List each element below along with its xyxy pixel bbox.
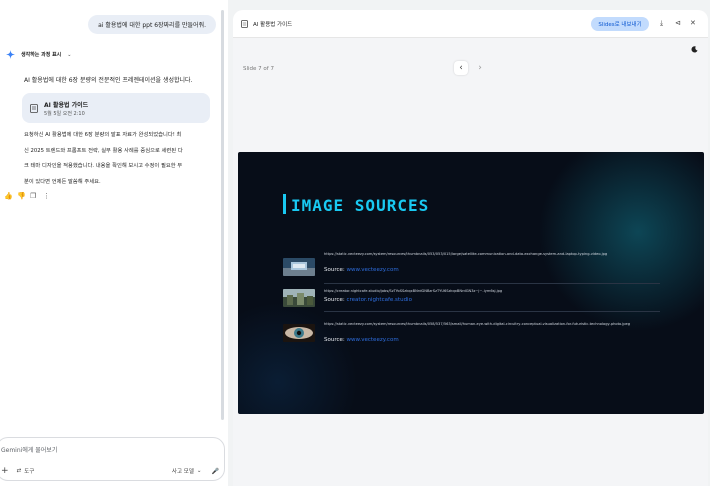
download-icon[interactable]: ⤓ [660, 18, 663, 28]
slide-counter: Slide 7 of 7 [243, 66, 274, 72]
source-label: Source: [324, 267, 345, 273]
source-label: Source: [324, 297, 345, 303]
prompt-input[interactable]: Gemini에게 물어보기 [1, 445, 57, 454]
source-divider [324, 311, 660, 312]
response-line: 크 테마 디자인을 적용했습니다. 내용을 확인해 보시고 수정이 필요한 부 [24, 163, 183, 169]
doc-card-title: AI 활용법 가이드 [44, 101, 89, 109]
microphone-icon[interactable]: 🎤 [212, 468, 219, 475]
chevron-right-icon: › [478, 63, 482, 73]
next-slide-button[interactable]: › [473, 61, 487, 75]
plus-icon[interactable]: + [1, 466, 9, 476]
source-link[interactable]: creator.nightcafe.studio [347, 297, 412, 303]
slide-glow [538, 152, 704, 332]
response-text: 요청하신 AI 활용법에 대한 6장 분량의 발표 자료가 완성되었습니다! 최… [24, 128, 216, 190]
gemini-sparkle-icon [6, 50, 15, 59]
tools-button[interactable]: ⇄ 도구 [17, 467, 35, 475]
thumbs-down-icon[interactable]: 👎 [17, 193, 26, 200]
dark-mode-icon[interactable] [691, 46, 698, 53]
export-to-slides-button[interactable]: Slides로 내보내기 [591, 17, 649, 31]
slide-preview: IMAGE SOURCES https://static.vecteezy.co… [238, 152, 704, 414]
tools-icon: ⇄ [16, 468, 22, 474]
model-label: 사고 모델 [171, 469, 194, 475]
slide-title: IMAGE SOURCES [291, 196, 430, 215]
source-label: Source: [324, 337, 345, 343]
source-line: Source: creator.nightcafe.studio [324, 297, 412, 303]
more-vert-icon[interactable]: ⋮ [43, 193, 50, 200]
model-selector[interactable]: 사고 모델 ⌄ [172, 467, 202, 475]
source-link[interactable]: www.vecteezy.com [347, 337, 399, 343]
source-line: Source: www.vecteezy.com [324, 337, 399, 343]
chat-panel: ai 활용법에 대한 ppt 6장짜리를 만들어줘. 생각하는 과정 표시 ⌄ … [0, 0, 228, 486]
slide-glow [238, 302, 358, 414]
doc-card-time: 5월 5일 오전 2:10 [44, 110, 85, 117]
chevron-down-icon: ⌄ [196, 468, 202, 474]
source-url: https://static.vecteezy.com/system/resou… [324, 252, 608, 256]
document-icon [241, 19, 248, 28]
response-line: 요청하신 AI 활용법에 대한 6장 분량의 발표 자료가 완성되었습니다! 최 [24, 132, 182, 138]
response-line: 분이 있다면 언제든 말씀해 주세요. [24, 178, 101, 185]
chat-scrollbar[interactable] [221, 10, 224, 420]
source-url: https://creator.nightcafe.studio/jobs/Sz… [324, 289, 503, 293]
copy-icon[interactable]: ❐ [30, 193, 37, 200]
chevron-down-icon: ⌄ [67, 51, 72, 58]
canvas-panel: AI 활용법 가이드 Slides로 내보내기 ⤓ ⊲ ✕ Slide 7 of… [233, 10, 708, 486]
source-link[interactable]: www.vecteezy.com [347, 267, 399, 273]
thinking-toggle[interactable]: 생각하는 과정 표시 ⌄ [6, 50, 72, 59]
share-icon[interactable]: ⊲ [675, 18, 681, 28]
intro-text: AI 활용법에 대한 6장 분량의 전문적인 프레젠테이션을 생성합니다. [24, 77, 193, 84]
source-thumbnail [283, 324, 315, 342]
source-line: Source: www.vecteezy.com [324, 267, 399, 273]
thumbs-up-icon[interactable]: 👍 [4, 193, 13, 200]
source-url: https://static.vecteezy.com/system/resou… [324, 322, 631, 326]
source-divider [324, 283, 660, 284]
document-icon [30, 103, 38, 113]
response-line: 신 2025 트렌드와 프롬프트 전략, 실무 활용 사례를 중심으로 세련된 … [24, 147, 183, 154]
close-icon[interactable]: ✕ [690, 18, 696, 28]
canvas-header: AI 활용법 가이드 Slides로 내보내기 ⤓ ⊲ ✕ [233, 10, 708, 38]
input-toolbar: + ⇄ 도구 사고 모델 ⌄ 🎤 [1, 466, 219, 476]
doc-card[interactable]: AI 활용법 가이드 5월 5일 오전 2:10 [22, 93, 210, 123]
source-thumbnail [283, 258, 315, 276]
thinking-label: 생각하는 과정 표시 [21, 52, 62, 58]
prompt-input-box[interactable]: Gemini에게 물어보기 + ⇄ 도구 사고 모델 ⌄ 🎤 [0, 437, 225, 481]
previous-slide-button[interactable]: ‹ [454, 61, 468, 75]
title-accent-bar [283, 194, 286, 214]
tools-label: 도구 [24, 469, 35, 475]
canvas-title: AI 활용법 가이드 [253, 21, 293, 28]
response-actions: 👍 👎 ❐ ⋮ [4, 193, 50, 200]
chevron-left-icon: ‹ [459, 63, 463, 73]
source-thumbnail [283, 289, 315, 307]
user-message: ai 활용법에 대한 ppt 6장짜리를 만들어줘. [88, 15, 216, 34]
